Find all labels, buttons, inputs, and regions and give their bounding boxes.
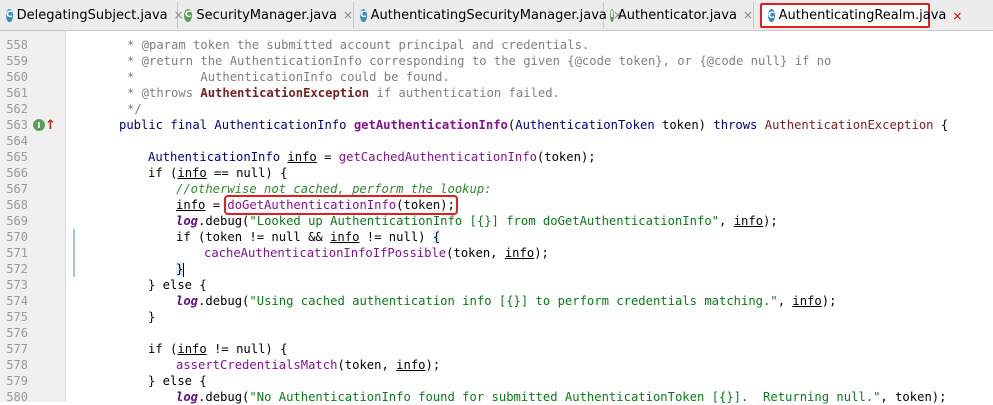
- vcs-change-marker[interactable]: [73, 229, 75, 277]
- line-number: 572: [6, 262, 28, 276]
- line-number: 566: [6, 166, 28, 180]
- tab-authenticating-security-manager[interactable]: C AuthenticatingSecurityManager.java ×: [354, 2, 623, 28]
- code-line: } else {: [148, 278, 207, 292]
- class-icon: C: [768, 9, 775, 22]
- line-number: 568: [6, 198, 28, 212]
- tab-label: AuthenticatingSecurityManager.java: [370, 7, 607, 23]
- tab-authenticator[interactable]: I Authenticator.java ×: [604, 2, 754, 28]
- code-line: if (info != null) {: [148, 342, 288, 356]
- line-number: 578: [6, 358, 28, 372]
- line-number: 562: [6, 102, 28, 116]
- class-icon: C: [360, 8, 367, 22]
- line-number: 577: [6, 342, 28, 356]
- code-line: log.debug("No AuthenticationInfo found f…: [176, 390, 947, 404]
- code-line: if (info == null) {: [148, 166, 288, 180]
- code-line: public final AuthenticationInfo getAuthe…: [119, 118, 949, 132]
- code-line: }: [148, 310, 156, 324]
- tab-delegating-subject[interactable]: C DelegatingSubject.java ×: [0, 2, 184, 28]
- tab-label: AuthenticatingRealm.java: [778, 8, 947, 23]
- tab-security-manager[interactable]: C SecurityManager.java ×: [178, 2, 354, 28]
- code-line: //otherwise not cached, perform the look…: [176, 182, 492, 196]
- code-line: cacheAuthenticationInfoIfPossible(token,…: [204, 246, 549, 260]
- class-icon: C: [6, 8, 13, 22]
- code-line: AuthenticationInfo info = getCachedAuthe…: [148, 150, 596, 164]
- line-number: 580: [6, 390, 28, 404]
- line-number: 571: [6, 246, 28, 260]
- line-number: 565: [6, 150, 28, 164]
- line-number: 567: [6, 182, 28, 196]
- code-line: } else {: [148, 374, 207, 388]
- code-line: * @return the AuthenticationInfo corresp…: [127, 54, 832, 68]
- line-number: 559: [6, 54, 28, 68]
- line-number: 564: [6, 134, 28, 148]
- line-number: 575: [6, 310, 28, 324]
- line-number: 573: [6, 278, 28, 292]
- tab-label: SecurityManager.java: [196, 7, 337, 23]
- interface-marker-icon: I: [33, 119, 45, 131]
- code-line: }: [176, 262, 185, 277]
- code-line: * AuthenticationInfo could be found.: [127, 70, 450, 84]
- close-icon[interactable]: ×: [743, 8, 753, 22]
- code-line: assertCredentialsMatch(token, info);: [176, 358, 441, 372]
- tab-label: DelegatingSubject.java: [16, 7, 168, 23]
- code-line: * @throws AuthenticationException if aut…: [127, 86, 560, 100]
- line-number: 569: [6, 214, 28, 228]
- interface-icon: C: [184, 8, 193, 22]
- close-icon[interactable]: ×: [343, 8, 353, 22]
- code-line: */: [127, 102, 142, 116]
- line-number: 579: [6, 374, 28, 388]
- code-line: info = doGetAuthenticationInfo(token);: [176, 195, 458, 215]
- tab-label: Authenticator.java: [617, 7, 737, 23]
- close-icon[interactable]: ×: [952, 9, 962, 23]
- line-number: 561: [6, 86, 28, 100]
- code-line: if (token != null && info != null) {: [176, 230, 441, 244]
- code-line: log.debug("Looked up AuthenticationInfo …: [176, 214, 778, 228]
- tab-authenticating-realm[interactable]: C AuthenticatingRealm.java ×: [760, 3, 962, 28]
- interface-icon: I: [610, 8, 614, 22]
- line-number: 570: [6, 230, 28, 244]
- code-line: log.debug("Using cached authentication i…: [176, 294, 837, 308]
- line-number: 576: [6, 326, 28, 340]
- editor-tab-bar: C DelegatingSubject.java × C SecurityMan…: [0, 0, 993, 31]
- implements-gutter-icon[interactable]: I ↑: [33, 118, 56, 132]
- line-number: 574: [6, 294, 28, 308]
- line-number: 558: [6, 38, 28, 52]
- code-line: * @param token the submitted account pri…: [127, 38, 590, 52]
- highlighted-call[interactable]: doGetAuthenticationInfo(token);: [224, 195, 458, 215]
- text-caret: [183, 262, 185, 277]
- up-arrow-icon: ↑: [45, 117, 56, 133]
- line-number: 563: [6, 118, 28, 132]
- line-number: 560: [6, 70, 28, 84]
